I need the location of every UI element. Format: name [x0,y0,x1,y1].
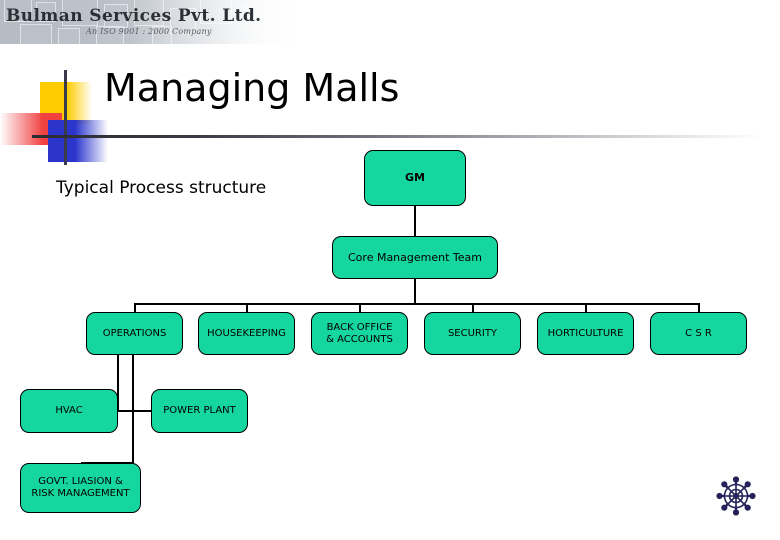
node-horticulture[interactable]: HORTICULTURE [537,312,634,355]
node-hvac[interactable]: HVAC [20,389,118,433]
connector-drop-horticulture [585,303,587,312]
node-gm-label: GM [405,171,425,184]
node-back-office-line1: BACK OFFICE [326,321,393,333]
node-csr[interactable]: C S R [650,312,747,355]
connector-gm-to-cmt [414,206,416,236]
node-back-office-accounts[interactable]: BACK OFFICE & ACCOUNTS [311,312,408,355]
node-housekeeping[interactable]: HOUSEKEEPING [198,312,295,355]
node-hvac-label: HVAC [55,405,83,416]
node-housekeeping-label: HOUSEKEEPING [207,327,286,339]
node-horticulture-label: HORTICULTURE [547,327,624,339]
connector-drop-operations [134,303,136,312]
node-govt-line2: RISK MANAGEMENT [31,488,130,499]
company-logo-title: Bulman Services Pvt. Ltd. [6,6,262,26]
node-back-office-line2: & ACCOUNTS [326,333,393,345]
node-gm[interactable]: GM [364,150,466,206]
header-band: Bulman Services Pvt. Ltd. An ISO 9001 : … [0,0,780,44]
connector-hvac-power-plant-horizontal [117,410,152,412]
node-core-management-team-label: Core Management Team [348,250,482,264]
page-title: Managing Malls [104,66,400,110]
decoration-blue-square [48,120,108,162]
node-security[interactable]: SECURITY [424,312,521,355]
title-divider [32,135,762,138]
connector-drop-csr [698,303,700,312]
connector-drop-housekeeping [246,303,248,312]
decoration-vertical-line [64,70,67,165]
node-power-plant-label: POWER PLANT [163,405,236,416]
node-govt-liasion-risk-management[interactable]: GOVT. LIASION & RISK MANAGEMENT [20,463,141,513]
connector-operations-spine [132,355,134,463]
connector-bus-horizontal [134,303,700,305]
connector-drop-back-office [359,303,361,312]
node-core-management-team[interactable]: Core Management Team [332,236,498,279]
ships-wheel-icon [714,474,758,518]
connector-cmt-to-bus [414,279,416,305]
slide-canvas: Bulman Services Pvt. Ltd. An ISO 9001 : … [0,0,780,540]
node-operations-label: OPERATIONS [102,327,167,339]
node-csr-label: C S R [685,327,712,339]
company-logo-subtitle: An ISO 9001 : 2000 Company [86,27,212,36]
connector-drop-security [472,303,474,312]
node-security-label: SECURITY [447,327,498,339]
node-power-plant[interactable]: POWER PLANT [151,389,248,433]
node-govt-line1: GOVT. LIASION & [38,476,123,487]
slide-subtitle: Typical Process structure [56,178,267,198]
node-operations[interactable]: OPERATIONS [86,312,183,355]
